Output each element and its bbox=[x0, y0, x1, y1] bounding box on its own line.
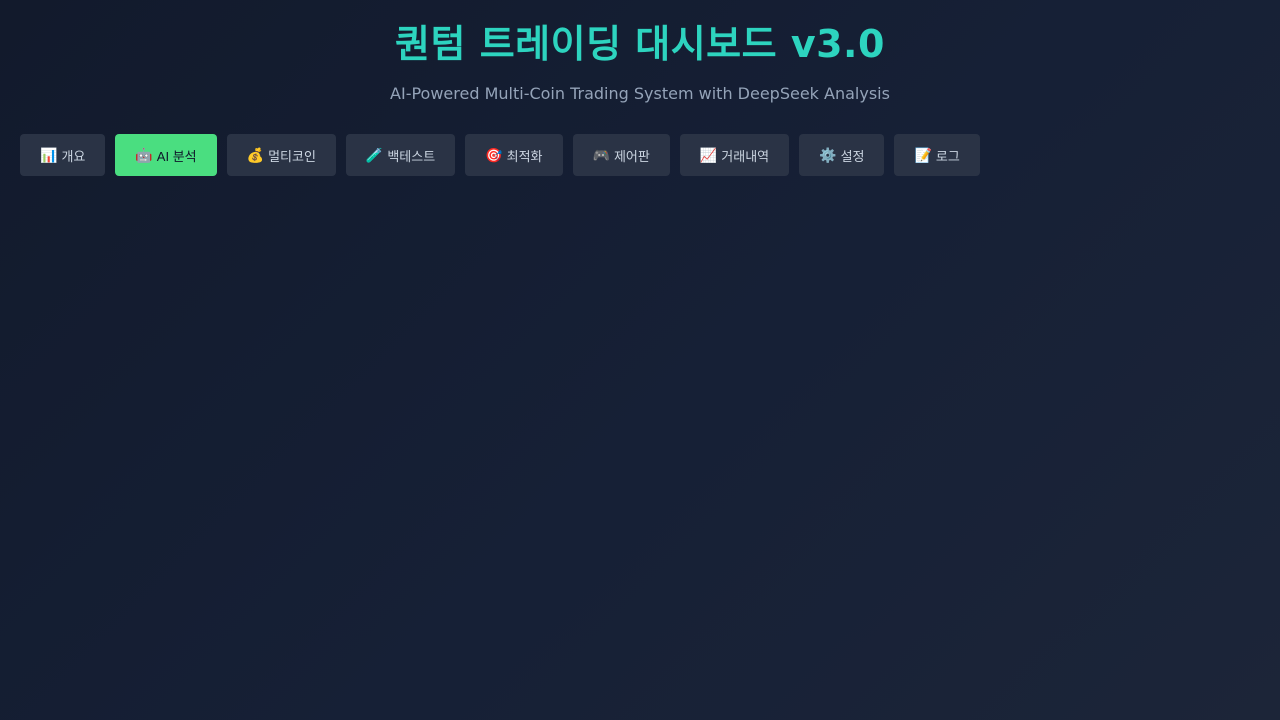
trend-up-icon: 📈 bbox=[699, 147, 718, 163]
tab-trade-history[interactable]: 📈 거래내역 bbox=[679, 134, 790, 176]
tab-bar: 📊 개요 🤖 AI 분석 💰 멀티코인 🧪 백테스트 🎯 최적화 🎮 제어판 📈… bbox=[20, 134, 980, 176]
tab-optimization[interactable]: 🎯 최적화 bbox=[465, 134, 563, 176]
tab-settings[interactable]: ⚙️ 설정 bbox=[799, 134, 885, 176]
tab-multicoin[interactable]: 💰 멀티코인 bbox=[226, 134, 336, 176]
tab-backtest[interactable]: 🧪 백테스트 bbox=[345, 134, 456, 176]
tab-ai-analysis[interactable]: 🤖 AI 분석 bbox=[115, 134, 217, 176]
gear-icon: ⚙️ bbox=[819, 147, 837, 163]
page-title: 퀀텀 트레이딩 대시보드 v3.0 bbox=[395, 22, 885, 66]
target-icon: 🎯 bbox=[485, 147, 503, 163]
tab-label: AI 분석 bbox=[156, 148, 197, 164]
tab-label: 로그 bbox=[935, 148, 960, 164]
money-bag-icon: 💰 bbox=[246, 147, 265, 163]
memo-icon: 📝 bbox=[914, 147, 932, 163]
tab-label: 백테스트 bbox=[387, 148, 436, 164]
game-controller-icon: 🎮 bbox=[592, 147, 610, 163]
tab-label: 멀티코인 bbox=[268, 148, 316, 164]
tab-label: 설정 bbox=[840, 148, 865, 164]
tab-control-panel[interactable]: 🎮 제어판 bbox=[572, 134, 670, 176]
robot-icon: 🤖 bbox=[135, 147, 153, 163]
test-tube-icon: 🧪 bbox=[365, 147, 384, 163]
tab-logs[interactable]: 📝 로그 bbox=[894, 134, 980, 176]
tab-label: 최적화 bbox=[506, 148, 543, 164]
bar-chart-icon: 📊 bbox=[40, 147, 58, 163]
page-subtitle: AI-Powered Multi-Coin Trading System wit… bbox=[390, 84, 890, 103]
tab-label: 거래내역 bbox=[721, 148, 770, 164]
tab-label: 개요 bbox=[61, 148, 86, 164]
tab-label: 제어판 bbox=[613, 148, 650, 164]
tab-overview[interactable]: 📊 개요 bbox=[20, 134, 106, 176]
